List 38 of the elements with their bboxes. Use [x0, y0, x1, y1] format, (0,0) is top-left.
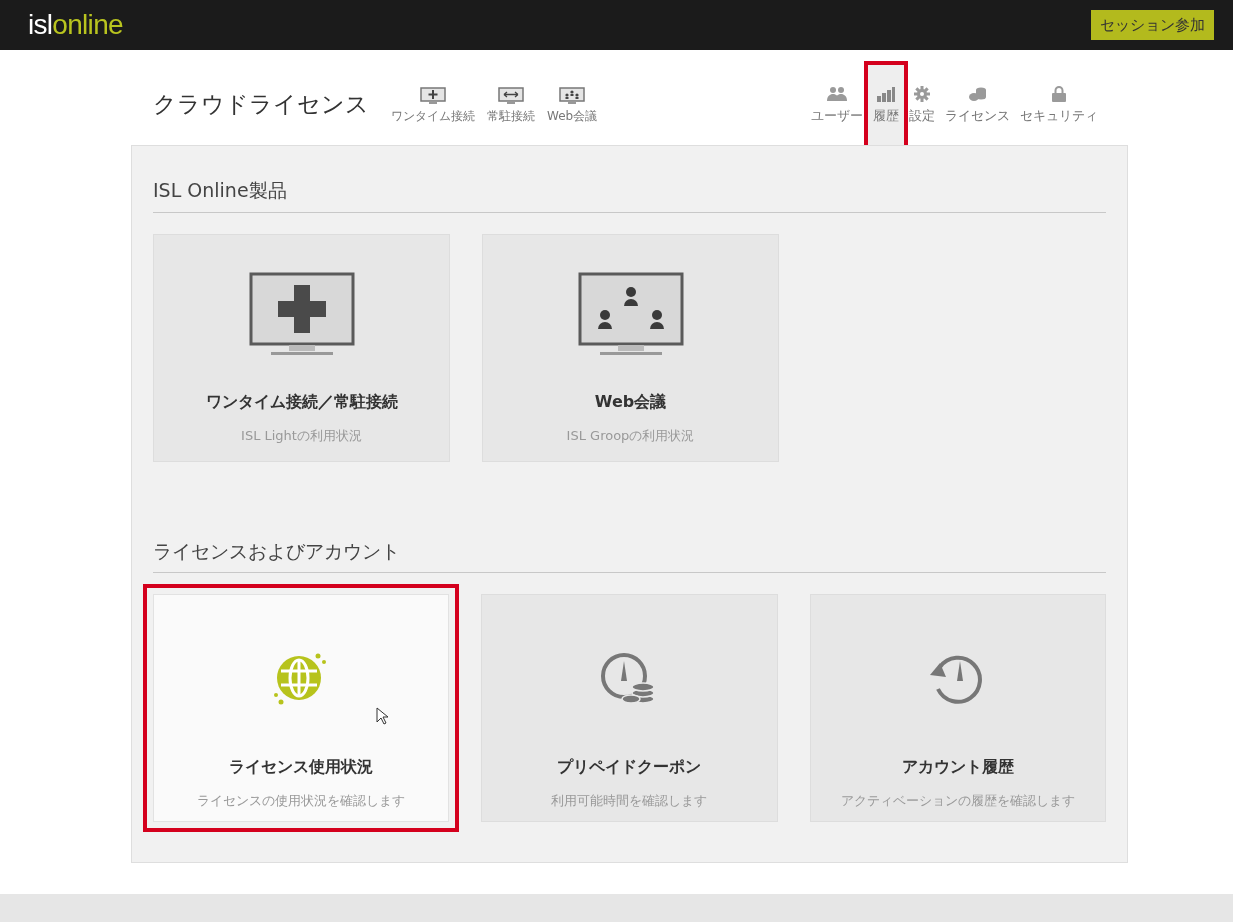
users-icon [827, 85, 847, 102]
feature-card[interactable]: Web会議 ISL Groopの利用状況 [482, 233, 779, 462]
mouse-cursor-icon [376, 707, 388, 725]
card-subtitle: ISL Lightの利用状況 [241, 426, 362, 445]
card-title: アカウント履歴 [901, 756, 1014, 778]
bar-chart-icon [877, 85, 895, 102]
product-link[interactable]: 常駐接続 [487, 87, 535, 125]
monitor-plus-icon [420, 87, 446, 105]
logo-text: isl [28, 11, 53, 39]
nav-item[interactable]: 設定 [904, 75, 940, 125]
nav-item[interactable]: ライセンス [940, 75, 1015, 125]
logo[interactable]: islonline [28, 11, 123, 39]
card-title: ワンタイム接続／常駐接続 [205, 390, 398, 413]
lock-icon [1052, 85, 1066, 102]
nav-item[interactable]: セキュリティ [1015, 75, 1103, 125]
page-title: クラウドライセンス [153, 89, 369, 119]
product-link[interactable]: ワンタイム接続 [391, 87, 475, 125]
settings-icon [914, 85, 930, 102]
logo-text: online [52, 11, 123, 39]
section-heading: ISL Online製品 [153, 176, 1106, 213]
product-link[interactable]: Web会議 [547, 87, 598, 125]
nav-item[interactable]: ユーザー [806, 75, 868, 125]
monitor-people-icon [559, 87, 586, 105]
card-title: プリペイドクーポン [557, 756, 702, 778]
join-session-button[interactable]: セッション参加 [1091, 10, 1214, 40]
card-subtitle: ライセンスの使用状況を確認します [197, 792, 406, 810]
card-subtitle: アクティベーションの履歴を確認します [840, 792, 1075, 810]
monitor-plus-icon [248, 271, 355, 358]
monitor-people-icon [577, 271, 684, 358]
card-title: ライセンス使用状況 [229, 756, 374, 778]
monitor-arrows-icon [498, 87, 524, 105]
feature-card[interactable]: ワンタイム接続／常駐接続 ISL Lightの利用状況 [153, 233, 450, 462]
feature-card[interactable]: プリペイドクーポン 利用可能時間を確認します [481, 594, 778, 822]
card-subtitle: ISL Groopの利用状況 [566, 426, 695, 445]
feature-card[interactable]: アカウント履歴 アクティベーションの履歴を確認します [809, 594, 1106, 822]
section-heading: ライセンスおよびアカウント [153, 536, 1106, 573]
card-title: Web会議 [594, 390, 667, 413]
card-subtitle: 利用可能時間を確認します [551, 792, 708, 810]
